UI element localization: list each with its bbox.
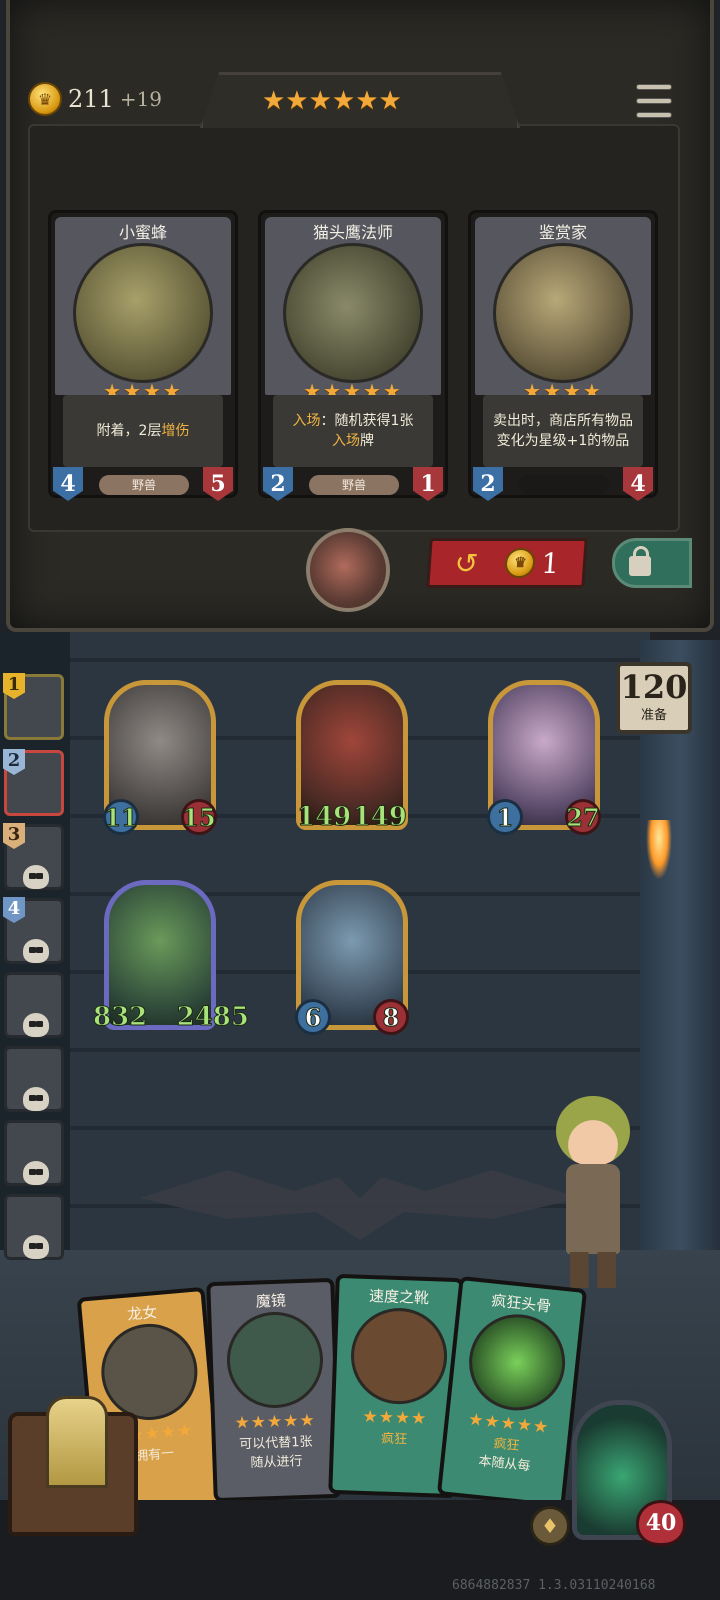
stone-pillar: [640, 640, 720, 1280]
reroll-cost: ♛ 1: [504, 547, 560, 580]
owl-mage-portrait: [283, 243, 423, 383]
opponent-slot[interactable]: 2: [3, 749, 64, 816]
skull-icon: [23, 865, 49, 889]
card-description: 卖出时，商店所有物品变化为星级+1的物品: [483, 395, 643, 467]
opponent-slot[interactable]: 1: [3, 673, 64, 740]
opponent-rank: 4: [3, 897, 25, 923]
minion-health: 15: [181, 799, 217, 835]
player-health: 40: [636, 1500, 686, 1546]
health-badge: 5: [203, 467, 233, 501]
skull-icon: [23, 1013, 49, 1037]
attack-badge: 2: [473, 467, 503, 501]
minion-attack: 1: [487, 799, 523, 835]
minion-health: 27: [565, 799, 601, 835]
bee-portrait: [73, 243, 213, 383]
hand-card-magic-mirror[interactable]: 魔镜 ★★★★★ 可以代替1张 随从进行: [206, 1277, 342, 1503]
opponent-slot[interactable]: [4, 972, 64, 1038]
attack-badge: 2: [263, 467, 293, 501]
board-minion-demon[interactable]: 6 8: [295, 880, 409, 1035]
opponent-slot[interactable]: 4: [3, 897, 64, 964]
hero-legs: [570, 1252, 616, 1288]
card-stars: ★★★★★: [234, 1410, 317, 1434]
magic-mirror-art: [225, 1310, 325, 1410]
health-badge: 1: [413, 467, 443, 501]
card-description: 可以代替1张 随从进行: [238, 1434, 313, 1471]
minion-attack: 11: [103, 799, 139, 835]
card-description: 入场：随机获得1张 入场牌: [273, 395, 433, 467]
reroll-icon: ↺: [453, 546, 480, 580]
turn-counter: 120 准备: [616, 662, 692, 734]
gold-coin-icon: ♛: [28, 82, 62, 116]
board-minion-green-beast[interactable]: 832 2485: [92, 880, 250, 1033]
opponent-slot[interactable]: [4, 1120, 64, 1186]
shop-card-appraiser[interactable]: 鉴赏家 ★★★★ 卖出时，商店所有物品变化为星级+1的物品 2 4: [468, 210, 658, 501]
opponent-rank: 1: [3, 673, 25, 699]
minion-attack: 149: [296, 802, 352, 833]
minion-attack: 6: [295, 999, 331, 1035]
card-name: 魔镜: [255, 1291, 287, 1311]
opponent-rank: 3: [3, 823, 25, 849]
minion-health: 8: [373, 999, 409, 1035]
opponent-slot[interactable]: [4, 1046, 64, 1112]
attack-badge: 4: [53, 467, 83, 501]
card-name: 小蜜蜂: [118, 223, 167, 242]
skull-icon: [23, 1087, 49, 1111]
speed-boots-art: [349, 1306, 449, 1406]
card-description: 疯狂 本随从每: [477, 1436, 532, 1475]
board-minion-old-sage[interactable]: 1 27: [487, 680, 601, 835]
card-description: 附着，2层增伤: [63, 395, 223, 467]
opponent-slot[interactable]: [4, 1194, 64, 1260]
skull-icon: [23, 1161, 49, 1185]
appraiser-portrait: [493, 243, 633, 383]
opponent-rank: 2: [3, 749, 25, 775]
health-badge: 4: [623, 467, 653, 501]
skull-icon: [23, 1235, 49, 1259]
dragon-girl-art: [97, 1319, 202, 1424]
card-name: 鉴赏家: [538, 223, 587, 242]
shop-tier-stars: ★★★★★★: [262, 86, 402, 116]
torch-flame: [646, 820, 672, 880]
turn-phase-label: 准备: [640, 708, 667, 723]
build-id: 6864882837 1.3.03110240168: [452, 1578, 656, 1593]
minion-attack: 832: [92, 1002, 148, 1033]
tribe-tag: 野兽: [309, 475, 399, 495]
opponent-slot[interactable]: 3: [3, 823, 64, 890]
freeze-button[interactable]: [612, 538, 692, 588]
card-pack-chest-icon[interactable]: [8, 1396, 138, 1536]
gold-amount: 211: [68, 85, 114, 113]
minion-health: 2485: [176, 1002, 249, 1033]
lock-icon: [629, 546, 651, 576]
board-minion-dragon[interactable]: 11 15: [103, 680, 217, 835]
card-stars: ★★★★: [362, 1406, 428, 1430]
minion-health: 149: [352, 802, 407, 833]
shop-card-bee[interactable]: 小蜜蜂 ★★★★ 附着，2层增伤 野兽 4 5: [48, 210, 238, 501]
player-hero: [548, 1092, 638, 1292]
reroll-button[interactable]: ↺ ♛ 1: [426, 538, 588, 588]
board-minion-dragon-red[interactable]: 149 149: [296, 680, 408, 833]
skull-icon: [23, 939, 49, 963]
gold-income: +19: [119, 87, 163, 111]
card-name: 速度之靴: [368, 1287, 430, 1308]
hand-card-mad-skull[interactable]: 疯狂头骨 ★★★★★ 疯狂 本随从每: [436, 1275, 588, 1509]
menu-icon[interactable]: [636, 84, 672, 118]
hero-body: [566, 1164, 620, 1254]
gold-display: ♛ 211 +19: [28, 82, 162, 116]
card-name: 猫头鹰法师: [312, 223, 393, 242]
hero-head: [556, 1096, 630, 1166]
gold-coin-icon: ♛: [504, 548, 537, 578]
tribe-tag: [519, 475, 609, 495]
turn-number: 120: [620, 668, 688, 706]
pocket-watch-icon[interactable]: [306, 528, 390, 612]
bell-icon[interactable]: ♦: [530, 1506, 570, 1546]
tribe-tag: 野兽: [99, 475, 189, 495]
card-description: 疯狂: [380, 1431, 408, 1448]
shop-card-owl-mage[interactable]: 猫头鹰法师 ★★★★★ 入场：随机获得1张 入场牌 野兽 2 1: [258, 210, 448, 501]
mad-skull-art: [464, 1309, 570, 1416]
